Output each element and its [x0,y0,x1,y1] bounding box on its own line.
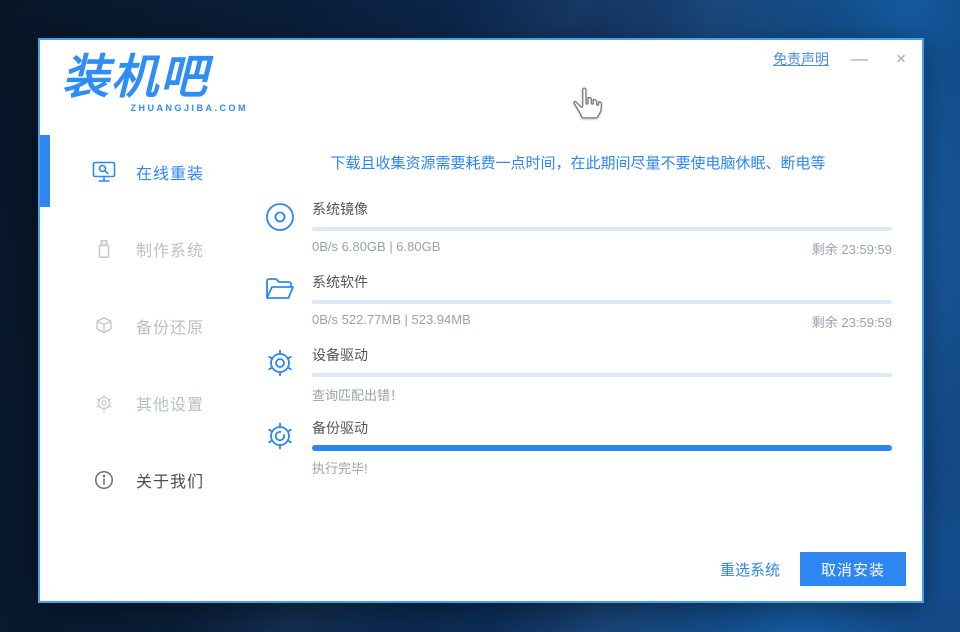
sidebar-item-label: 备份还原 [136,314,204,338]
app-logo: 装机吧 ZHUANGJIBA.COM [62,52,252,113]
sidebar-item-label: 其他设置 [136,391,204,415]
task-status-left: 执行完毕! [312,458,368,477]
sidebar-item-make-system[interactable]: 制作系统 [40,237,252,261]
desktop-wallpaper: 装机吧 ZHUANGJIBA.COM 免责声明 — × [0,0,960,632]
disclaimer-link[interactable]: 免责声明 [773,49,829,69]
task-title: 备份驱动 [312,418,892,438]
disc-icon [264,199,312,258]
progress-fill [312,445,892,451]
cancel-install-button[interactable]: 取消安装 [800,552,906,586]
logo-subtitle: ZHUANGJIBA.COM [62,103,252,113]
download-notice: 下载且收集资源需要耗费一点时间，在此期间尽量不要使电脑休眠、断电等 [264,152,892,173]
task-time-remaining: 剩余 23:59:59 [812,239,892,258]
minimize-button[interactable]: — [845,48,874,69]
logo-title: 装机吧 [62,52,252,101]
sidebar-item-online-reinstall[interactable]: 在线重装 [40,160,252,184]
sidebar-item-label: 制作系统 [136,237,204,261]
task-title: 设备驱动 [312,345,892,365]
task-time-remaining: 剩余 23:59:59 [812,312,892,331]
sidebar-item-about-us[interactable]: 关于我们 [40,468,252,492]
sidebar-item-other-settings[interactable]: 其他设置 [40,391,252,415]
task-row-device-drivers: 设备驱动 查询匹配出错！ [264,345,892,404]
folder-icon [264,272,312,331]
task-row-system-software: 系统软件 0B/s 522.77MB | 523.94MB 剩余 23:59:5… [264,272,892,331]
sidebar: 在线重装 制作系统 [40,160,252,545]
task-row-system-image: 系统镜像 0B/s 6.80GB | 6.80GB 剩余 23:59:59 [264,199,892,258]
task-title: 系统镜像 [312,199,892,219]
close-button[interactable]: × [890,48,912,69]
app-window: 装机吧 ZHUANGJIBA.COM 免责声明 — × [38,38,924,603]
sidebar-item-label: 在线重装 [136,160,204,184]
sidebar-item-backup-restore[interactable]: 备份还原 [40,314,252,338]
task-status-left: 0B/s 6.80GB | 6.80GB [312,239,440,258]
usb-drive-icon [92,237,116,261]
gear-icon [92,391,116,415]
task-status-left: 0B/s 522.77MB | 523.94MB [312,312,471,331]
info-circle-icon [92,468,116,492]
task-title: 系统软件 [312,272,892,292]
backup-box-icon [92,314,116,338]
progress-bar [312,300,892,304]
titlebar-controls: 免责声明 — × [773,48,912,69]
progress-bar [312,227,892,231]
sidebar-item-label: 关于我们 [136,468,204,492]
monitor-search-icon [92,160,116,184]
main-content: 下载且收集资源需要耗费一点时间，在此期间尽量不要使电脑休眠、断电等 系统镜像 0… [264,152,892,491]
progress-bar [312,446,892,450]
progress-bar [312,373,892,377]
gear-icon [264,345,312,404]
task-row-backup-drivers: 备份驱动 执行完毕! [264,418,892,477]
task-status-left: 查询匹配出错！ [312,385,403,404]
footer-actions: 重选系统 取消安装 [720,552,906,586]
reselect-system-link[interactable]: 重选系统 [720,559,780,580]
gear-sync-icon [264,418,312,477]
